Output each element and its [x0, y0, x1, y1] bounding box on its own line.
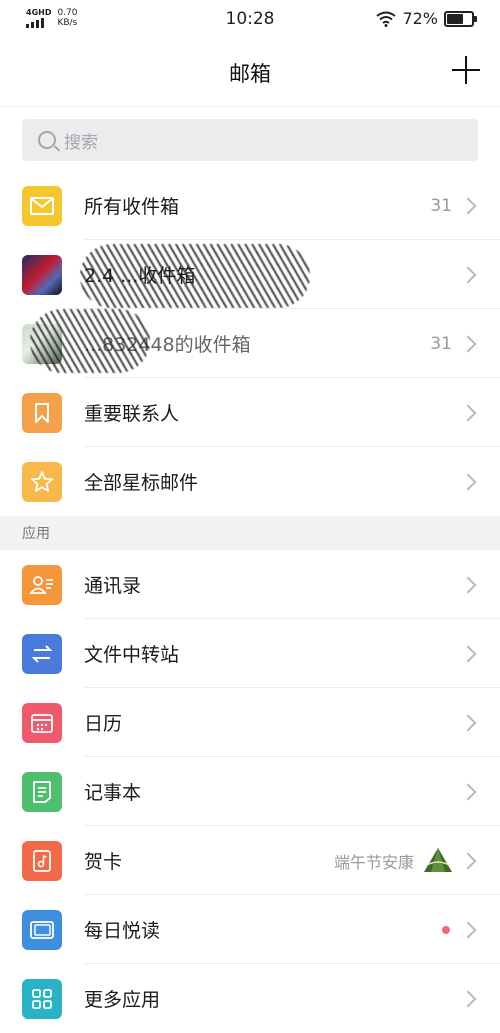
mailbox-row-account-1[interactable]: 2.4 ...收件箱: [0, 240, 500, 309]
mailbox-row-starred[interactable]: 全部星标邮件: [0, 447, 500, 516]
app-label: 贺卡: [84, 851, 123, 873]
unread-count: 31: [430, 333, 452, 354]
star-icon: [22, 461, 62, 502]
app-row-contacts[interactable]: 通讯录: [0, 550, 500, 619]
battery-percent: 72%: [402, 9, 438, 28]
zongzi-icon: [424, 847, 452, 872]
redaction-scribble: [30, 309, 150, 373]
app-label: 每日悦读: [84, 920, 161, 942]
greeting-card-icon: [22, 840, 62, 881]
chevron-right-icon: [459, 335, 477, 352]
section-header-apps: 应用: [0, 516, 500, 550]
chevron-right-icon: [459, 266, 477, 283]
mailbox-label: 全部星标邮件: [84, 472, 199, 494]
mailbox-label: 重要联系人: [84, 403, 180, 425]
chevron-right-icon: [459, 783, 477, 800]
navigation-bar: 邮箱: [0, 40, 500, 107]
bookmark-icon: [22, 392, 62, 433]
chevron-right-icon: [459, 714, 477, 731]
app-label: 文件中转站: [84, 644, 180, 666]
app-row-daily-reading[interactable]: 每日悦读: [0, 895, 500, 964]
notepad-icon: [22, 771, 62, 812]
wifi-icon: [376, 11, 397, 27]
mailbox-row-all-inbox[interactable]: 所有收件箱 31: [0, 171, 500, 240]
app-row-file-transfer[interactable]: 文件中转站: [0, 619, 500, 688]
app-label: 更多应用: [84, 989, 161, 1011]
app-row-calendar[interactable]: 日历: [0, 688, 500, 757]
status-bar: 4GHD 0.70 KB/s 10:28 72%: [0, 0, 500, 40]
chevron-right-icon: [459, 197, 477, 214]
avatar: [22, 254, 62, 295]
mailbox-label: 所有收件箱: [84, 196, 180, 218]
app-label: 通讯录: [84, 575, 142, 597]
redaction-scribble: [80, 244, 310, 308]
search-input[interactable]: 搜索: [22, 119, 478, 161]
app-label: 记事本: [84, 782, 142, 804]
app-row-more-apps[interactable]: 更多应用: [0, 964, 500, 1033]
chevron-right-icon: [459, 990, 477, 1007]
app-row-greeting-card[interactable]: 贺卡 端午节安康: [0, 826, 500, 895]
battery-icon: [444, 10, 477, 27]
chevron-right-icon: [459, 852, 477, 869]
calendar-icon: [22, 702, 62, 743]
chevron-right-icon: [459, 576, 477, 593]
mailbox-row-account-2[interactable]: ...832448的收件箱 31: [0, 309, 500, 378]
greeting-text: 端午节安康: [333, 852, 414, 872]
app-row-notepad[interactable]: 记事本: [0, 757, 500, 826]
page-title: 邮箱: [229, 62, 271, 86]
search-icon: [38, 131, 56, 149]
battery-fill: [447, 13, 463, 24]
more-apps-icon: [22, 978, 62, 1019]
unread-count: 31: [430, 195, 452, 216]
chevron-right-icon: [459, 404, 477, 421]
chevron-right-icon: [459, 645, 477, 662]
mailbox-row-vip-contacts[interactable]: 重要联系人: [0, 378, 500, 447]
app-label: 日历: [84, 713, 123, 735]
chevron-right-icon: [459, 921, 477, 938]
reading-icon: [22, 909, 62, 950]
add-icon[interactable]: [452, 56, 480, 84]
search-placeholder: 搜索: [64, 132, 98, 153]
contacts-icon: [22, 564, 62, 605]
transfer-icon: [22, 633, 62, 674]
mail-icon: [22, 185, 62, 226]
chevron-right-icon: [459, 473, 477, 490]
notification-dot: [442, 925, 450, 934]
